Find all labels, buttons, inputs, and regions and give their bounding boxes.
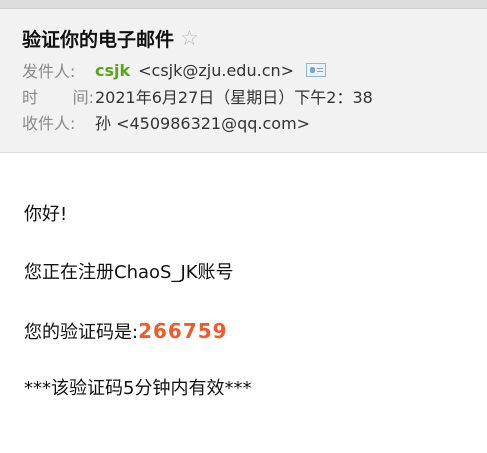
time-row: 时 间: 2021年6月27日（星期日）下午2：38 (22, 83, 487, 109)
star-icon[interactable]: ☆ (180, 27, 199, 49)
subject-row: 验证你的电子邮件 ☆ (22, 23, 487, 53)
sender-address: <csjk@zju.edu.cn> (138, 60, 295, 80)
verification-code: 266759 (138, 319, 228, 343)
contact-card-icon[interactable] (306, 63, 327, 77)
sent-time: 2021年6月27日（星期日）下午2：38 (95, 88, 373, 107)
code-label: 您的验证码是: (24, 322, 139, 343)
recipient: 孙 <450986321@qq.com> (95, 114, 311, 133)
from-row: 发件人: csjk <csjk@zju.edu.cn> (22, 57, 487, 83)
registering-text: 您正在注册ChaoS_JK账号 (24, 262, 234, 283)
greeting: 你好! (24, 204, 68, 225)
email-body: 你好! 您正在注册ChaoS_JK账号 您的验证码是:266759 ***该验证… (0, 153, 487, 403)
email-subject: 验证你的电子邮件 (22, 28, 175, 51)
code-line: 您的验证码是:266759 (24, 317, 487, 345)
to-row: 收件人: 孙 <450986321@qq.com> (22, 109, 487, 135)
to-label: 收件人: (22, 114, 76, 133)
top-strip (0, 0, 487, 9)
validity-text: ***该验证码5分钟内有效*** (24, 378, 252, 399)
time-label: 时 间: (22, 88, 94, 107)
sender-name[interactable]: csjk (95, 61, 130, 80)
email-header: 验证你的电子邮件 ☆ 发件人: csjk <csjk@zju.edu.cn> 时… (0, 9, 487, 153)
from-label: 发件人: (22, 62, 76, 81)
email-window: 验证你的电子邮件 ☆ 发件人: csjk <csjk@zju.edu.cn> 时… (0, 0, 487, 453)
